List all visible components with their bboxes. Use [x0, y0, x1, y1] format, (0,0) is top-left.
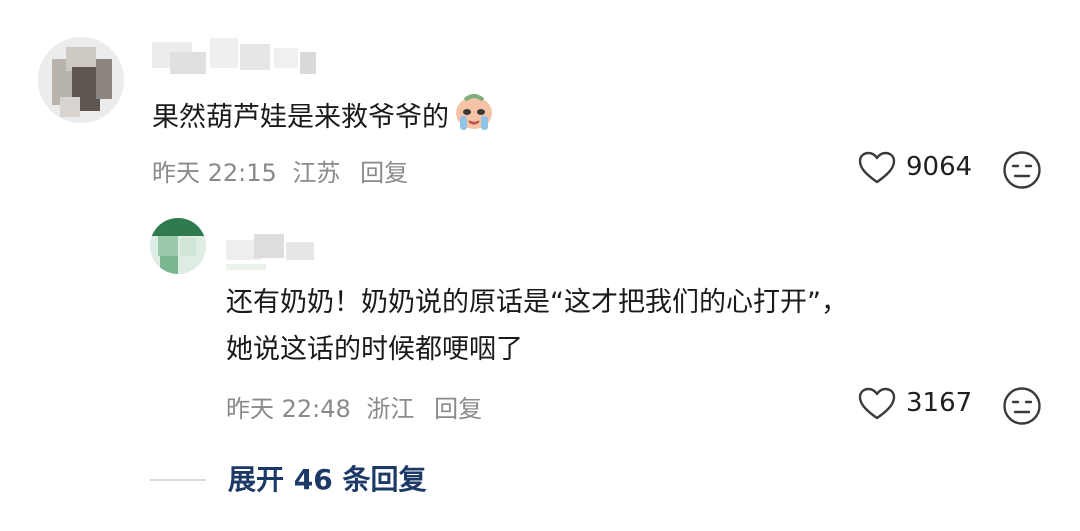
comment-meta: 昨天 22:15 江苏 回复: [152, 153, 408, 188]
comment-body: 果然葫芦娃是来救爷爷的: [152, 102, 449, 133]
reply-dislike-button[interactable]: [1002, 386, 1042, 430]
reply-time: 昨天 22:48: [226, 395, 351, 423]
comment-like-count: 9064: [906, 152, 973, 182]
replier-username-blurred[interactable]: [226, 234, 331, 274]
replier-avatar[interactable]: [150, 218, 206, 274]
avatar-pixel: [158, 236, 178, 256]
commenter-username-blurred[interactable]: [152, 38, 327, 82]
reply-location: 浙江: [366, 395, 415, 423]
reply-meta: 昨天 22:48 浙江 回复: [226, 389, 482, 424]
expand-replies-button[interactable]: 展开 46 条回复: [228, 458, 426, 498]
comment-time: 昨天 22:15: [152, 159, 277, 187]
comment-dislike-button[interactable]: [1002, 150, 1042, 194]
avatar-pixel: [180, 238, 196, 256]
reply-reply-button[interactable]: 回复: [434, 395, 482, 423]
comment-location: 江苏: [292, 159, 341, 187]
reply-like-button[interactable]: 3167: [858, 385, 980, 425]
commenter-avatar[interactable]: [38, 37, 124, 123]
comment-reply-button[interactable]: 回复: [360, 159, 408, 187]
comment-text: 果然葫芦娃是来救爷爷的: [152, 92, 495, 144]
avatar-pixel: [160, 256, 178, 274]
expand-divider: [150, 479, 206, 481]
avatar-pixel: [60, 97, 80, 117]
neutral-face-icon: [1002, 151, 1042, 194]
reply-like-count: 3167: [906, 388, 973, 418]
reply-text-line-2: 她说这话的时候都哽咽了: [226, 334, 523, 365]
avatar-pixel: [96, 59, 112, 99]
neutral-face-icon: [1002, 387, 1042, 430]
crying-face-sticker-icon: [453, 92, 495, 144]
heart-icon: [858, 151, 896, 189]
avatar-pixel: [150, 218, 206, 236]
comment-like-button[interactable]: 9064: [858, 149, 980, 189]
heart-icon: [858, 387, 896, 425]
reply-text-line-1: 还有奶奶！奶奶说的原话是“这才把我们的心打开”，: [226, 287, 848, 318]
